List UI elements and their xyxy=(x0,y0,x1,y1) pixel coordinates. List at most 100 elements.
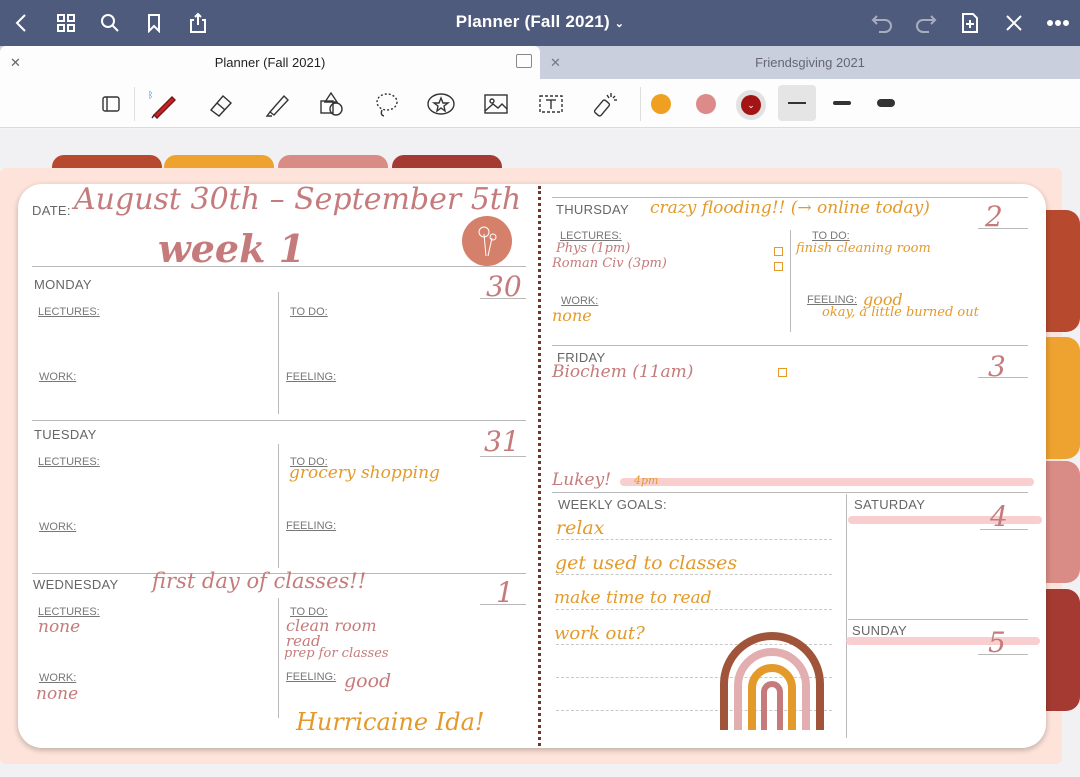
thursday-work-value: none xyxy=(552,306,592,325)
date-value: August 30th – September 5th xyxy=(74,182,522,217)
page-spine xyxy=(538,186,541,746)
tuesday-todo-item: grocery shopping xyxy=(289,463,440,483)
close-pen-icon[interactable] xyxy=(1002,11,1026,35)
divider xyxy=(846,494,847,738)
thursday-note: crazy flooding!! (→ online today) xyxy=(650,198,930,218)
monday-work-label: WORK: xyxy=(39,371,77,383)
tool-bar: ᛒ ⌄ xyxy=(0,79,1080,128)
thursday-lecture-item: Roman Civ (3pm) xyxy=(552,256,667,271)
friday-event-time: 4pm xyxy=(634,474,659,487)
checkbox[interactable] xyxy=(778,368,787,377)
planner-side-tab-rust[interactable] xyxy=(1040,210,1080,332)
divider xyxy=(978,654,1028,655)
stroke-thick-button[interactable] xyxy=(877,99,895,107)
planner-side-tab-brick[interactable] xyxy=(1040,589,1080,711)
wednesday-work-value: none xyxy=(36,684,79,704)
monday-lectures-label: LECTURES: xyxy=(38,306,100,318)
week-title: week 1 xyxy=(158,226,306,271)
monday-feeling-label: FEELING: xyxy=(286,371,337,383)
tuesday-lectures-label: LECTURES: xyxy=(38,456,100,468)
pen-tool-icon[interactable]: ᛒ xyxy=(146,88,180,120)
tuesday-feeling-label: FEELING: xyxy=(286,520,337,532)
read-only-icon[interactable] xyxy=(94,88,128,120)
divider xyxy=(790,230,791,332)
wednesday-todo-item: prep for classes xyxy=(284,646,389,661)
friday-date: 3 xyxy=(988,350,1006,383)
highlight-stroke xyxy=(848,516,1042,524)
rainbow-sticker xyxy=(720,632,824,730)
divider xyxy=(978,377,1028,378)
shape-tool-icon[interactable] xyxy=(314,88,348,120)
divider xyxy=(278,444,279,568)
divider xyxy=(134,87,135,121)
divider xyxy=(32,266,526,267)
wednesday-feeling-label: FEELING: xyxy=(286,671,337,683)
redo-icon[interactable] xyxy=(914,11,938,35)
wednesday-note: first day of classes!! xyxy=(152,569,367,593)
stroke-medium-button[interactable] xyxy=(833,101,851,105)
color-swatch-pink[interactable] xyxy=(696,94,716,114)
highlighter-icon[interactable] xyxy=(259,88,293,120)
add-page-icon[interactable] xyxy=(958,11,982,35)
friday-entry: Biochem (11am) xyxy=(552,362,694,382)
color-swatch-orange[interactable] xyxy=(651,94,671,114)
chevron-down-icon: ⌄ xyxy=(614,18,625,30)
checkbox[interactable] xyxy=(774,262,783,271)
divider xyxy=(552,492,1028,493)
sticker-icon[interactable] xyxy=(424,88,458,120)
tab-planner-label: Planner (Fall 2021) xyxy=(214,55,326,70)
image-icon[interactable] xyxy=(479,88,513,120)
wednesday-feeling-value: good xyxy=(344,670,392,692)
divider xyxy=(278,292,279,414)
tuesday-label: TUESDAY xyxy=(34,427,97,442)
tab-friendsgiving[interactable]: ✕ Friendsgiving 2021 xyxy=(540,46,1080,79)
color-swatch-red-selected[interactable]: ⌄ xyxy=(736,90,766,120)
goal-item: relax xyxy=(556,517,605,539)
wednesday-work-label: WORK: xyxy=(39,672,77,684)
undo-icon[interactable] xyxy=(870,11,894,35)
divider xyxy=(32,420,526,421)
close-tab-icon[interactable]: ✕ xyxy=(550,55,561,71)
highlight-stroke xyxy=(846,637,1040,645)
saturday-label: SATURDAY xyxy=(854,497,926,512)
tuesday-work-label: WORK: xyxy=(39,521,77,533)
thursday-label: THURSDAY xyxy=(556,202,629,217)
tab-friendsgiving-label: Friendsgiving 2021 xyxy=(755,55,865,70)
monday-todo-label: TO DO: xyxy=(290,306,328,318)
lasso-icon[interactable] xyxy=(369,88,403,120)
hurricane-note: Hurricaine Ida! xyxy=(296,708,485,736)
divider xyxy=(978,228,1028,229)
stroke-thin-button[interactable] xyxy=(778,85,816,121)
laser-pointer-icon[interactable] xyxy=(589,88,623,120)
document-title-text: Planner (Fall 2021) xyxy=(455,12,610,31)
monday-label: MONDAY xyxy=(34,277,92,292)
divider xyxy=(480,604,526,605)
flower-badge xyxy=(462,216,512,266)
goal-line xyxy=(556,609,832,610)
thursday-feeling-value: okay, a little burned out xyxy=(822,305,979,320)
date-label: DATE: xyxy=(32,203,71,218)
checkbox[interactable] xyxy=(774,247,783,256)
tab-planner[interactable]: ✕ Planner (Fall 2021) xyxy=(0,46,540,79)
split-view-icon[interactable] xyxy=(516,54,532,68)
friday-event: Lukey! xyxy=(552,470,612,490)
eraser-icon[interactable] xyxy=(204,88,238,120)
close-tab-icon[interactable]: ✕ xyxy=(10,55,21,71)
text-tool-icon[interactable] xyxy=(534,88,568,120)
divider xyxy=(480,298,526,299)
dandelion-icon xyxy=(478,226,497,257)
document-tab-bar: ✕ Planner (Fall 2021) ✕ Friendsgiving 20… xyxy=(0,46,1080,79)
planner-side-tab-pink[interactable] xyxy=(1040,461,1080,583)
divider xyxy=(980,529,1028,530)
wednesday-lectures-value: none xyxy=(38,617,81,637)
goal-line xyxy=(556,574,832,575)
divider xyxy=(552,197,1028,198)
more-icon[interactable] xyxy=(1046,11,1070,35)
planner-side-tab-orange[interactable] xyxy=(1040,337,1080,459)
tuesday-date: 31 xyxy=(484,425,520,458)
goal-item: work out? xyxy=(554,623,645,644)
goal-item: get used to classes xyxy=(555,552,738,574)
wednesday-label: WEDNESDAY xyxy=(33,577,119,592)
divider xyxy=(278,598,279,718)
thursday-lecture-item: Phys (1pm) xyxy=(556,241,631,256)
